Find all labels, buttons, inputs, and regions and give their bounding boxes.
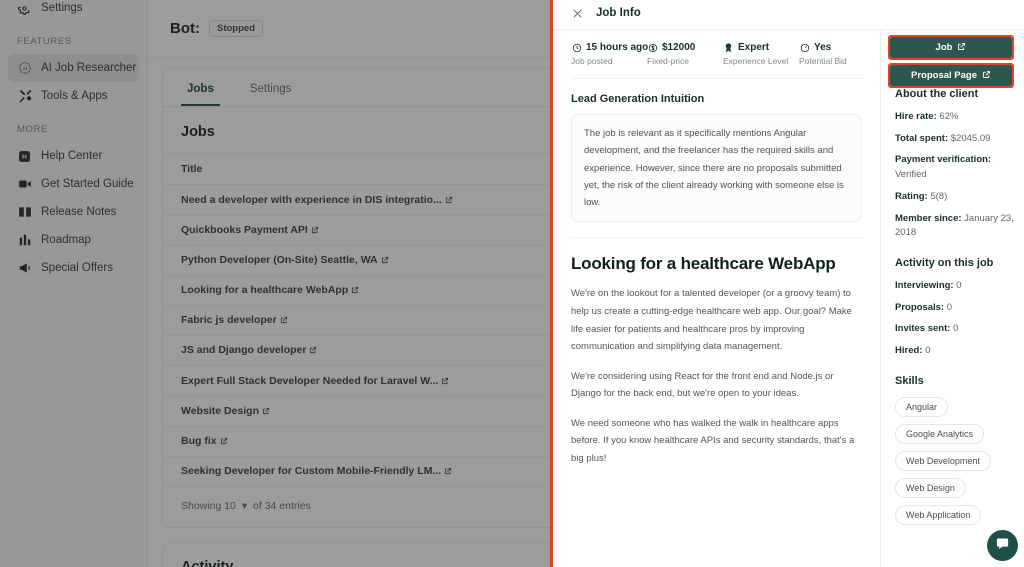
stat-value: $12000	[662, 42, 696, 53]
stat-potential-bid: Yes Potential Bid	[799, 42, 875, 66]
activity-heading: Activity on this job	[895, 257, 994, 270]
activity-field-value: 0	[950, 323, 959, 335]
intuition-text: The job is relevant as it specifically m…	[571, 114, 862, 223]
activity-field-value: 0	[922, 345, 931, 357]
job-paragraph: We're considering using React for the fr…	[571, 370, 834, 400]
job-stats-row: 15 hours ago Job posted $12000 Fixed-pri…	[571, 30, 862, 79]
activity-field-key: Invites sent:	[895, 323, 951, 335]
client-field: Payment verification: Verified	[895, 153, 1016, 182]
job-button-label: Job	[935, 42, 953, 53]
activity-field-value: 0	[953, 280, 962, 292]
modal-header: Job Info	[553, 0, 1024, 30]
intuition-heading: Lead Generation Intuition	[571, 93, 705, 105]
activity-field-key: Proposals:	[895, 301, 945, 313]
job-heading: Looking for a healthcare WebApp	[571, 254, 836, 274]
proposal-page-button[interactable]: Proposal Page	[890, 65, 1012, 86]
stat-label: Job posted	[571, 56, 613, 66]
external-link-icon	[982, 70, 991, 82]
about-client-block: About the client Hire rate: 62% Total spe…	[895, 88, 1016, 241]
client-field: Member since: January 23, 2018	[895, 212, 1016, 241]
client-field: Hire rate: 62%	[895, 110, 1016, 125]
client-field-key: Payment verification:	[895, 154, 992, 166]
modal-action-buttons: Job Proposal Page	[888, 35, 1014, 91]
modal-body: 15 hours ago Job posted $12000 Fixed-pri…	[553, 30, 1024, 567]
client-field-value: 5(8)	[927, 190, 948, 202]
stat-label: Potential Bid	[799, 56, 847, 66]
modal-main-column: 15 hours ago Job posted $12000 Fixed-pri…	[553, 30, 880, 567]
job-button-highlight: Job	[888, 35, 1014, 60]
client-field-value: Verified	[895, 169, 927, 181]
stat-value: 15 hours ago	[586, 42, 649, 53]
dollar-circle-icon	[647, 42, 658, 53]
modal-side-column: About the client Hire rate: 62% Total spe…	[880, 30, 1024, 567]
job-button[interactable]: Job	[890, 37, 1012, 58]
proposal-page-button-highlight: Proposal Page	[888, 63, 1014, 88]
skill-chip[interactable]: Web Application	[895, 504, 982, 525]
activity-field: Hired: 0	[895, 344, 1016, 359]
close-icon[interactable]	[571, 7, 584, 20]
stat-value: Yes	[814, 42, 832, 53]
client-field-key: Total spent:	[895, 132, 949, 144]
modal-title: Job Info	[596, 7, 641, 19]
client-field-value: $2045.09	[948, 132, 991, 144]
activity-field-key: Hired:	[895, 345, 923, 357]
stat-value: Expert	[738, 42, 770, 53]
external-link-icon	[957, 42, 966, 54]
client-field-key: Hire rate:	[895, 111, 937, 122]
chat-widget-button[interactable]	[987, 530, 1018, 561]
stat-fixed-price: $12000 Fixed-price	[647, 42, 723, 66]
section-divider	[571, 237, 862, 239]
chat-bubble-icon	[995, 536, 1010, 556]
activity-field-value: 0	[944, 301, 953, 313]
proposal-page-button-label: Proposal Page	[911, 70, 977, 81]
skills-block: Skills Angular Google Analytics Web Develo…	[895, 375, 1016, 532]
stat-job-posted: 15 hours ago Job posted	[571, 42, 649, 66]
job-paragraph: We need someone who has walked the walk …	[571, 417, 855, 464]
medal-icon	[723, 42, 734, 53]
activity-field: Interviewing: 0	[895, 279, 1016, 294]
clock-icon	[571, 42, 582, 53]
activity-field-key: Interviewing:	[895, 280, 954, 292]
client-field: Total spent: $2045.09	[895, 132, 1016, 147]
activity-field: Invites sent: 0	[895, 322, 1016, 337]
screen: Settings FEATURES AI AI Job Researcher T…	[0, 0, 1024, 567]
stat-experience-level: Expert Experience Level	[723, 42, 799, 66]
stat-label: Fixed-price	[647, 56, 690, 66]
skills-heading: Skills	[895, 374, 924, 387]
client-field-value: 62%	[936, 111, 959, 122]
skill-chip[interactable]: Web Development	[895, 450, 991, 471]
activity-on-job-block: Activity on this job Interviewing: 0 Prop…	[895, 257, 1016, 359]
client-field: Rating: 5(8)	[895, 190, 1016, 205]
skill-chip[interactable]: Angular	[895, 396, 949, 417]
job-paragraph: We're on the lookout for a talented deve…	[571, 288, 852, 353]
activity-field: Proposals: 0	[895, 301, 1016, 316]
stat-label: Experience Level	[723, 56, 789, 66]
skill-chip[interactable]: Web Design	[895, 477, 966, 498]
client-field-key: Member since:	[895, 212, 962, 224]
skill-chip[interactable]: Google Analytics	[895, 423, 985, 444]
job-info-modal: Job Info 15 hours ago Job posted $12000 …	[550, 0, 1024, 567]
target-icon	[799, 42, 810, 53]
client-field-key: Rating:	[895, 190, 928, 202]
